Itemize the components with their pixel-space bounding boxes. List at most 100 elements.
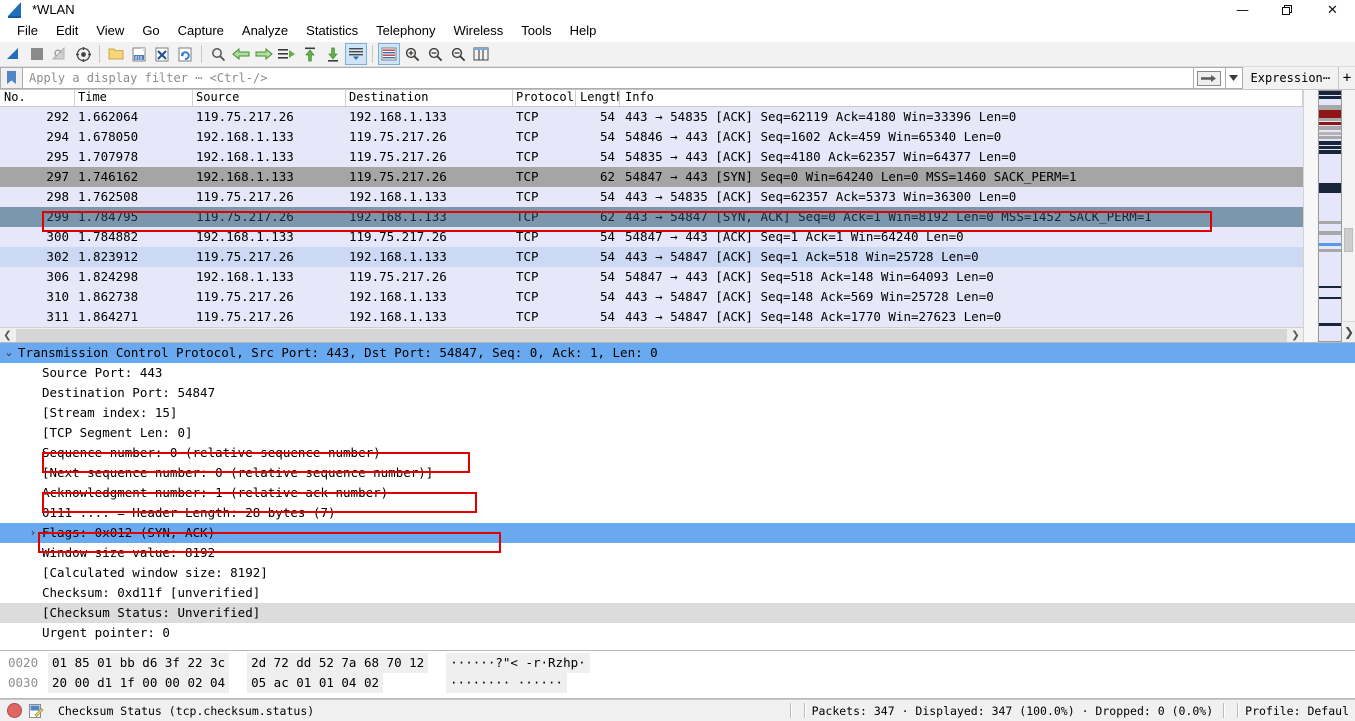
hex-bytes-first-half: 20 00 d1 1f 00 00 02 04 [48,673,230,693]
detail-row[interactable]: Sequence number: 0 (relative sequence nu… [0,443,1355,463]
packet-list-rows: 292 1.662064 119.75.217.26 192.168.1.133 TCP… [0,107,1303,327]
hscroll-left-arrow[interactable]: ❮ [0,328,15,342]
window-controls: — ✕ [1220,0,1355,20]
detail-row[interactable]: Checksum: 0xd11f [unverified] [0,583,1355,603]
detail-row[interactable]: [Stream index: 15] [0,403,1355,423]
go-forward-icon[interactable] [253,43,275,65]
table-row[interactable]: 297 1.746162 192.168.1.133 119.75.217.26 TCP… [0,167,1303,187]
table-row[interactable]: 306 1.824298 192.168.1.133 119.75.217.26 TCP… [0,267,1303,287]
detail-row[interactable]: Window size value: 8192 [0,543,1355,563]
packet-destination: 192.168.1.133 [349,289,447,304]
status-profile[interactable]: Profile: Defaul [1245,704,1355,718]
column-header-time[interactable]: Time [75,90,193,106]
packet-length: 54 [599,289,615,304]
menu-statistics[interactable]: Statistics [297,21,367,41]
packet-time: 1.746162 [78,169,139,184]
display-filter-input[interactable]: Apply a display filter ⋯ <Ctrl-/> [22,67,1193,89]
zoom-in-icon[interactable] [401,43,423,65]
maximize-button[interactable] [1265,0,1310,20]
menu-wireless[interactable]: Wireless [444,21,512,41]
menu-view[interactable]: View [87,21,133,41]
close-file-icon[interactable] [151,43,173,65]
column-header-info[interactable]: Info [620,90,1303,106]
column-header-length[interactable]: Length [576,90,620,106]
hscroll-track[interactable] [16,328,1287,342]
intelligent-scrollbar-minimap[interactable] [1318,90,1342,342]
open-file-icon[interactable] [105,43,127,65]
menu-telephony[interactable]: Telephony [367,21,444,41]
table-row[interactable]: 298 1.762508 119.75.217.26 192.168.1.133 TCP… [0,187,1303,207]
bookmark-icon[interactable] [0,67,22,89]
detail-row[interactable]: [Checksum Status: Unverified] [0,603,1355,623]
detail-row[interactable]: Source Port: 443 [0,363,1355,383]
menu-tools[interactable]: Tools [512,21,560,41]
zoom-out-icon[interactable] [424,43,446,65]
vscroll-down-arrow[interactable]: ❯ [1343,321,1355,342]
packet-destination: 119.75.217.26 [349,169,447,184]
menu-edit[interactable]: Edit [47,21,87,41]
packet-list-hscrollbar[interactable]: ❮ ❯ [0,327,1303,342]
table-row[interactable]: 299 1.784795 119.75.217.26 192.168.1.133 TCP… [0,207,1303,227]
menu-analyze[interactable]: Analyze [233,21,297,41]
disclosure-triangle-icon[interactable]: ⌄ [0,343,18,363]
detail-row[interactable]: [Calculated window size: 8192] [0,563,1355,583]
resize-columns-icon[interactable] [470,43,492,65]
table-row[interactable]: 302 1.823912 119.75.217.26 192.168.1.133 TCP… [0,247,1303,267]
table-row[interactable]: 300 1.784882 192.168.1.133 119.75.217.26 TCP… [0,227,1303,247]
filter-expression-button[interactable]: Expression⋯ [1243,67,1338,89]
menu-go[interactable]: Go [133,21,168,41]
go-to-last-packet-icon[interactable] [322,43,344,65]
restart-capture-icon[interactable] [49,43,71,65]
detail-row[interactable]: ⌄ Transmission Control Protocol, Src Port… [0,343,1355,363]
table-row[interactable]: 294 1.678050 192.168.1.133 119.75.217.26 TCP… [0,127,1303,147]
detail-row[interactable]: › Flags: 0x012 (SYN, ACK) [0,523,1355,543]
disclosure-triangle-icon[interactable]: › [24,523,42,543]
packet-source: 119.75.217.26 [196,309,294,324]
sort-ascending-icon: ^ [544,90,550,97]
normal-size-icon[interactable] [447,43,469,65]
vscroll-thumb[interactable] [1344,228,1353,252]
go-to-first-packet-icon[interactable] [299,43,321,65]
start-capture-icon[interactable] [3,43,25,65]
arrow-right-icon [1197,70,1222,86]
column-header-source[interactable]: Source [193,90,346,106]
go-to-packet-icon[interactable] [276,43,298,65]
close-button[interactable]: ✕ [1310,0,1355,20]
add-filter-button[interactable]: + [1338,67,1355,89]
capture-comment-icon[interactable] [29,703,44,718]
menu-file[interactable]: File [8,21,47,41]
column-header-protocol[interactable]: ^ Protocol [513,90,576,106]
minimize-button[interactable]: — [1220,0,1265,20]
menu-help[interactable]: Help [561,21,606,41]
colorize-packets-icon[interactable] [378,43,400,65]
detail-row[interactable]: 0111 .... = Header Length: 28 bytes (7) [0,503,1355,523]
column-header-destination[interactable]: Destination [346,90,513,106]
detail-row-label: Window size value: 8192 [42,545,216,560]
detail-row[interactable]: [Next sequence number: 0 (relative seque… [0,463,1355,483]
packet-protocol: TCP [516,249,539,264]
detail-row[interactable]: Acknowledgment number: 1 (relative ack n… [0,483,1355,503]
column-header-no[interactable]: No. [0,90,75,106]
auto-scroll-icon[interactable] [345,43,367,65]
apply-filter-button[interactable] [1192,67,1225,89]
go-back-icon[interactable] [230,43,252,65]
find-packet-icon[interactable] [207,43,229,65]
table-row[interactable]: 311 1.864271 119.75.217.26 192.168.1.133 TCP… [0,307,1303,327]
detail-row[interactable]: Destination Port: 54847 [0,383,1355,403]
capture-options-icon[interactable] [72,43,94,65]
hex-dump-row[interactable]: 0030 20 00 d1 1f 00 00 02 04 05 ac 01 01 0… [0,673,1355,693]
hex-dump-row[interactable]: 0020 01 85 01 bb d6 3f 22 3c 2d 72 dd 52 7… [0,653,1355,673]
detail-row[interactable]: [TCP Segment Len: 0] [0,423,1355,443]
stop-capture-icon[interactable] [26,43,48,65]
menu-capture[interactable]: Capture [169,21,233,41]
reload-file-icon[interactable] [174,43,196,65]
detail-row[interactable]: Urgent pointer: 0 [0,623,1355,643]
expert-error-icon[interactable] [7,703,22,718]
filter-history-dropdown[interactable] [1224,67,1243,89]
save-file-icon[interactable]: 010 [128,43,150,65]
vscroll-track[interactable]: ❯ [1343,90,1355,342]
table-row[interactable]: 295 1.707978 192.168.1.133 119.75.217.26 TCP… [0,147,1303,167]
table-row[interactable]: 292 1.662064 119.75.217.26 192.168.1.133 TCP… [0,107,1303,127]
hscroll-right-arrow[interactable]: ❯ [1288,328,1303,342]
table-row[interactable]: 310 1.862738 119.75.217.26 192.168.1.133 TCP… [0,287,1303,307]
